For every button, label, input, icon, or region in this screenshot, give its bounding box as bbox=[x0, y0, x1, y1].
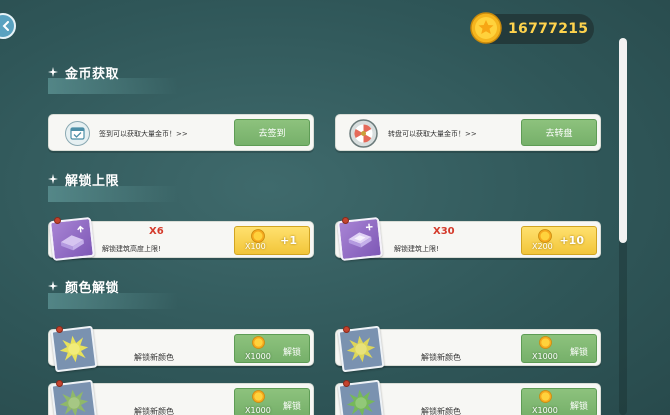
pin-icon bbox=[56, 326, 63, 333]
coin-counter: 16777215 bbox=[470, 12, 594, 44]
unlock-description: 解锁建筑高度上限! bbox=[102, 245, 161, 253]
sparkle-icon bbox=[48, 67, 58, 77]
coin-icon bbox=[539, 336, 552, 349]
unlock-color-button[interactable]: X1000 解锁 bbox=[234, 388, 310, 415]
coin-icon bbox=[252, 336, 265, 349]
back-button[interactable] bbox=[0, 13, 16, 39]
task-description[interactable]: 转盘可以获取大量金币！>> bbox=[388, 129, 477, 139]
cost-label: X1000 bbox=[245, 406, 271, 415]
unlock-card: X6 解锁建筑高度上限! X100 +1 bbox=[48, 216, 314, 262]
close-icon bbox=[2, 21, 9, 31]
sparkle-icon bbox=[48, 281, 58, 291]
color-description: 解锁新颜色 bbox=[134, 353, 174, 362]
pin-icon bbox=[54, 217, 61, 224]
cost-label: X100 bbox=[245, 242, 266, 251]
coin-amount: 16777215 bbox=[508, 21, 589, 37]
section-header-unlock: 解锁上限 bbox=[48, 170, 120, 189]
unlock-card: X30 解锁建筑上限! X200 +10 bbox=[335, 216, 601, 262]
coin-icon bbox=[538, 229, 552, 243]
section-title: 金币获取 bbox=[65, 66, 120, 82]
coin-task-card: 转盘可以获取大量金币！>> 去转盘 bbox=[335, 114, 601, 151]
color-unlock-card: 解锁新颜色 X1000 解锁 bbox=[48, 379, 314, 415]
section-title: 解锁上限 bbox=[65, 173, 120, 189]
button-label: 解锁 bbox=[282, 348, 301, 358]
button-label: 解锁 bbox=[282, 402, 301, 412]
section-header-coins: 金币获取 bbox=[48, 63, 120, 82]
task-description[interactable]: 签到可以获取大量金币！>> bbox=[99, 129, 188, 139]
spin-wheel-icon bbox=[349, 119, 378, 148]
cost-label: X1000 bbox=[532, 352, 558, 361]
color-description: 解锁新颜色 bbox=[421, 353, 461, 362]
pin-icon bbox=[56, 380, 63, 387]
cost-label: X1000 bbox=[245, 352, 271, 361]
unlock-description: 解锁建筑上限! bbox=[394, 245, 439, 253]
coin-task-card: 签到可以获取大量金币！>> 去签到 bbox=[48, 114, 314, 151]
pin-icon bbox=[343, 380, 350, 387]
color-unlock-card: 解锁新颜色 X1000 解锁 bbox=[335, 379, 601, 415]
cost-label: X200 bbox=[532, 242, 553, 251]
sign-in-button[interactable]: 去签到 bbox=[234, 119, 310, 146]
multiplier-label: X30 bbox=[433, 226, 455, 237]
color-unlock-card: 解锁新颜色 X1000 解锁 bbox=[48, 325, 314, 373]
coin-icon bbox=[470, 12, 502, 44]
scrollbar-thumb[interactable] bbox=[619, 38, 627, 243]
button-label: 解锁 bbox=[569, 348, 588, 358]
unlock-color-button[interactable]: X1000 解锁 bbox=[521, 334, 597, 363]
color-unlock-card: 解锁新颜色 X1000 解锁 bbox=[335, 325, 601, 373]
section-header-colors: 颜色解锁 bbox=[48, 277, 120, 296]
coin-icon bbox=[252, 390, 265, 403]
color-description: 解锁新颜色 bbox=[421, 407, 461, 415]
coin-icon bbox=[539, 390, 552, 403]
color-description: 解锁新颜色 bbox=[134, 407, 174, 415]
buy-height-button[interactable]: X100 +1 bbox=[234, 226, 310, 255]
unlock-color-button[interactable]: X1000 解锁 bbox=[521, 388, 597, 415]
multiplier-label: X6 bbox=[149, 226, 164, 237]
cost-label: X1000 bbox=[532, 406, 558, 415]
pin-icon bbox=[343, 326, 350, 333]
buy-limit-button[interactable]: X200 +10 bbox=[521, 226, 597, 255]
sparkle-icon bbox=[48, 174, 58, 184]
gain-label: +1 bbox=[280, 234, 297, 247]
spin-wheel-button[interactable]: 去转盘 bbox=[521, 119, 597, 146]
unlock-color-button[interactable]: X1000 解锁 bbox=[234, 334, 310, 363]
button-label: 解锁 bbox=[569, 402, 588, 412]
pin-icon bbox=[342, 217, 349, 224]
gain-label: +10 bbox=[559, 234, 584, 247]
coin-icon bbox=[251, 229, 265, 243]
calendar-icon bbox=[65, 121, 90, 146]
section-title: 颜色解锁 bbox=[65, 280, 120, 296]
